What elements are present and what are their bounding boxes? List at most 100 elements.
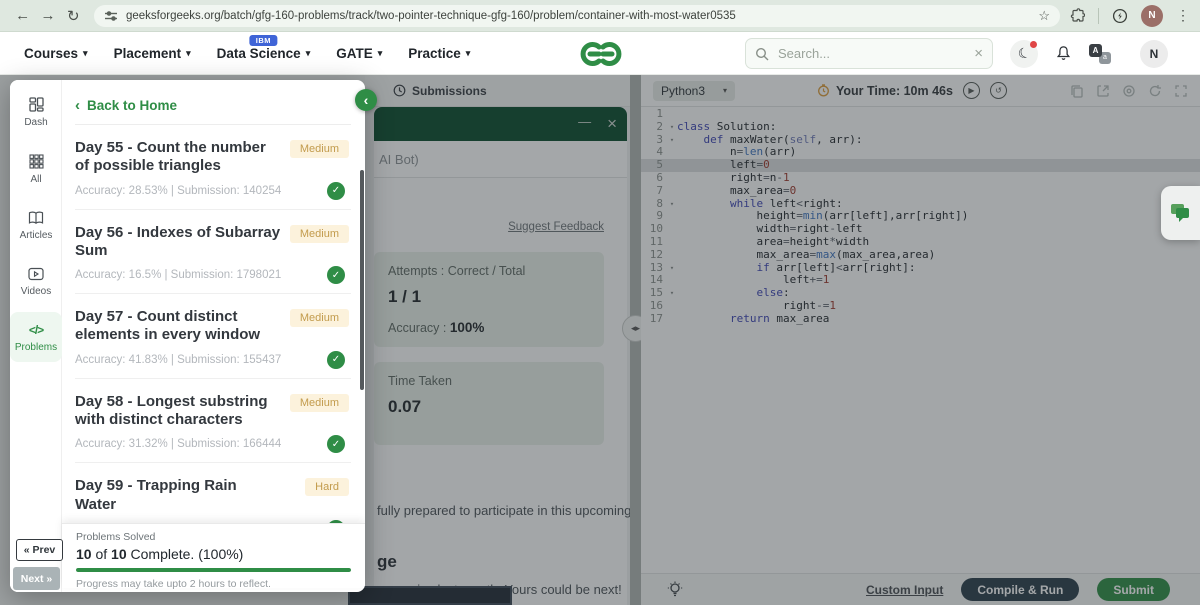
chevron-left-icon: ‹ [75, 97, 80, 114]
search-input[interactable] [776, 45, 975, 62]
back-to-home-label: Back to Home [87, 98, 178, 113]
ibm-badge: IBM [249, 35, 278, 46]
translate-front-glyph: A [1089, 43, 1102, 57]
solved-check-icon: ✓ [327, 181, 345, 200]
nav-courses[interactable]: Courses ▾ [24, 46, 88, 61]
search-icon [755, 47, 769, 60]
difficulty-badge: Medium [289, 224, 349, 243]
forward-icon[interactable]: → [35, 7, 60, 24]
nav-placement-label: Placement [113, 46, 182, 61]
solved-check-icon: ✓ [327, 435, 345, 454]
problems-solved-box: Problems Solved 10 of 10 Complete. (100%… [62, 523, 365, 590]
back-to-home-link[interactable]: ‹ Back to Home [75, 80, 351, 125]
problems-solved-label: Problems Solved [76, 531, 156, 543]
chevron-down-icon: ▾ [186, 48, 191, 58]
nav-courses-label: Courses [24, 46, 79, 61]
nav-actions: × ☾ a A N [745, 32, 1168, 75]
nav-practice-label: Practice [408, 46, 461, 61]
nav-gate[interactable]: GATE ▾ [336, 46, 382, 61]
reload-icon[interactable]: ↻ [61, 7, 86, 25]
solved-check-icon: ✓ [327, 266, 345, 285]
problem-title: Day 55 - Count the number of possible tr… [75, 139, 266, 175]
prev-button[interactable]: « Prev [16, 539, 63, 561]
solved-check-icon: ✓ [327, 350, 345, 369]
chrome-actions: N ⋮ [1070, 4, 1190, 27]
progress-track [76, 568, 351, 572]
list-scrollbar[interactable] [360, 170, 364, 390]
book-icon [28, 211, 44, 225]
problem-list: ‹ Back to Home Day 55 - Count the number… [63, 80, 365, 523]
problem-stats: Accuracy: 28.53% | Submission: 140254 [75, 184, 282, 197]
notification-dot [1030, 40, 1037, 48]
chevron-down-icon: ▾ [377, 48, 383, 58]
progress-note: Progress may take upto 2 hours to reflec… [76, 578, 271, 590]
theme-toggle[interactable]: ☾ [1010, 39, 1038, 68]
sidebar-item-label: Articles [19, 230, 53, 241]
chrome-divider [1097, 7, 1099, 24]
browser-chrome: ← → ↻ geeksforgeeks.org/batch/gfg-160-pr… [0, 0, 1200, 32]
back-icon[interactable]: ← [10, 7, 35, 24]
problem-title: Day 58 - Longest substring with distinct… [75, 392, 268, 429]
progress-suffix: Complete. (100%) [126, 546, 244, 562]
gfg-logo[interactable] [573, 38, 629, 70]
sidebar-item-all[interactable]: All [10, 143, 62, 194]
browser-profile-avatar[interactable]: N [1140, 4, 1163, 27]
of-text: of [91, 546, 112, 562]
difficulty-badge: Medium [289, 393, 349, 412]
progress-counts: 10 of 10 Complete. (100%) [76, 546, 351, 562]
sidebar-item-label: Problems [14, 342, 58, 353]
problem-item-day59[interactable]: Day 59 - Trapping Rain Water Hard Accura… [75, 463, 351, 523]
problem-stats: Accuracy: 16.5% | Submission: 1798021 [75, 269, 282, 282]
total-count: 10 [111, 546, 127, 562]
main-area: Submissions — × AI Bot) Suggest Feedback… [0, 75, 1200, 605]
problem-item-day56[interactable]: Day 56 - Indexes of Subarray Sum Medium … [75, 210, 351, 295]
screen: ← → ↻ geeksforgeeks.org/batch/gfg-160-pr… [0, 0, 1200, 605]
video-icon [28, 267, 44, 281]
chat-launcher[interactable] [1161, 186, 1200, 240]
bell-icon[interactable] [1055, 45, 1072, 62]
sidebar-item-articles[interactable]: Articles [10, 200, 62, 250]
problem-title: Day 59 - Trapping Rain Water [75, 477, 237, 513]
sidebar-item-label: All [30, 174, 42, 185]
search-box[interactable]: × [745, 38, 993, 69]
problem-item-day57[interactable]: Day 57 - Count distinct elements in ever… [75, 294, 351, 379]
difficulty-badge: Hard [305, 478, 349, 497]
bookmark-star-icon[interactable]: ☆ [1038, 8, 1050, 24]
grid-icon [28, 154, 44, 169]
chevron-down-icon: ▾ [83, 48, 88, 58]
nav-menu: Courses ▾ Placement ▾ IBM Data Science ▾ GAT… [24, 32, 470, 75]
sidebar-item-dash[interactable]: Dash [10, 86, 62, 137]
dash-icon [28, 97, 44, 112]
nav-practice[interactable]: Practice ▾ [408, 46, 470, 61]
sidebar-item-label: Dash [24, 117, 48, 128]
site-info-icon[interactable] [104, 9, 118, 23]
problem-stats: Accuracy: 31.32% | Submission: 166444 [75, 438, 282, 451]
problem-item-day58[interactable]: Day 58 - Longest substring with distinct… [75, 379, 351, 464]
extensions-puzzle-icon[interactable] [1070, 8, 1085, 23]
extension-badge-icon[interactable] [1112, 8, 1128, 24]
sidebar-item-label: Videos [20, 286, 52, 297]
solved-count: 10 [76, 546, 92, 562]
nav-gate-label: GATE [336, 46, 373, 61]
chevron-down-icon: ▾ [305, 48, 311, 58]
next-button[interactable]: Next » [13, 567, 60, 590]
nav-data-science[interactable]: IBM Data Science ▾ [217, 35, 311, 61]
nav-placement[interactable]: Placement ▾ [114, 46, 191, 61]
url-bar[interactable]: geeksforgeeks.org/batch/gfg-160-problems… [93, 4, 1060, 27]
sidebar-item-problems[interactable]: </> Problems [10, 312, 62, 362]
problem-title: Day 56 - Indexes of Subarray Sum [75, 223, 281, 259]
collapse-panel-button[interactable]: ‹ [355, 89, 377, 111]
search-clear-icon[interactable]: × [974, 45, 983, 62]
difficulty-badge: Medium [289, 140, 349, 158]
problem-item-day55[interactable]: Day 55 - Count the number of possible tr… [75, 125, 351, 210]
translate-icon[interactable]: a A [1089, 43, 1111, 64]
chat-icon [1170, 204, 1191, 222]
browser-menu-icon[interactable]: ⋮ [1176, 7, 1190, 24]
problem-stats: Accuracy: 41.83% | Submission: 155437 [75, 353, 282, 366]
chevron-down-icon: ▾ [465, 48, 471, 58]
sidebar-item-videos[interactable]: Videos [10, 256, 62, 306]
problem-title: Day 57 - Count distinct elements in ever… [75, 308, 261, 344]
user-avatar[interactable]: N [1140, 39, 1168, 68]
code-brackets-icon: </> [28, 323, 44, 337]
url-text: geeksforgeeks.org/batch/gfg-160-problems… [125, 9, 736, 22]
